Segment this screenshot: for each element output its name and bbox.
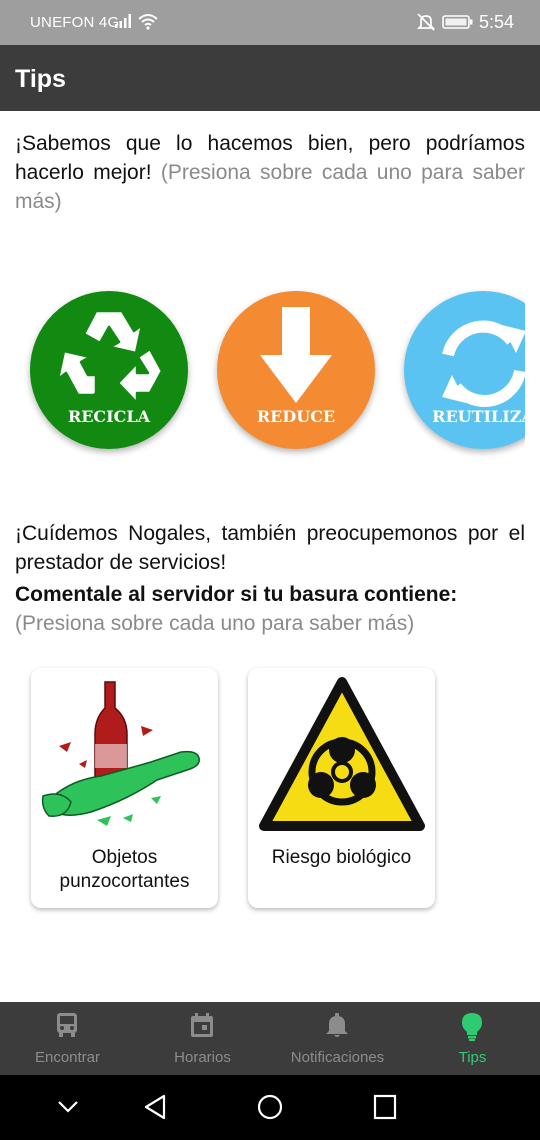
bottom-navigation: Encontrar Horarios Notificaciones Tips bbox=[0, 1002, 540, 1075]
bus-icon bbox=[57, 1013, 77, 1037]
recicla-label: RECICLA bbox=[67, 407, 151, 426]
lightbulb-icon bbox=[462, 1013, 482, 1041]
care-hint: (Presiona sobre cada uno para saber más) bbox=[15, 612, 415, 635]
broken-glass-icon bbox=[41, 681, 200, 826]
tips-content: ¡Sabemos que lo hacemos bien, pero podrí… bbox=[0, 111, 540, 1002]
reutiliza-button[interactable]: REUTILIZA bbox=[404, 291, 525, 449]
wifi-icon bbox=[138, 14, 158, 30]
bell-icon bbox=[326, 1013, 348, 1037]
signal-icon bbox=[115, 14, 131, 28]
recicla-button[interactable]: RECICLA bbox=[30, 291, 188, 449]
home-icon[interactable] bbox=[256, 1091, 284, 1123]
tab-encontrar-label: Encontrar bbox=[34, 1049, 101, 1066]
calendar-icon bbox=[191, 1013, 213, 1037]
carrier-label: UNEFON 4G bbox=[30, 14, 120, 31]
app-bar: Tips bbox=[0, 45, 540, 111]
status-bar: UNEFON 4G 5:54 bbox=[0, 0, 540, 45]
card-objetos-punzocortantes[interactable]: Objetos punzocortantes bbox=[31, 668, 218, 908]
clock-label: 5:54 bbox=[479, 12, 515, 32]
actions-carousel[interactable]: RECICLA REDUCE REUTILIZA bbox=[15, 286, 525, 461]
recents-icon[interactable] bbox=[372, 1091, 398, 1123]
bell-off-icon bbox=[416, 13, 436, 31]
reduce-button[interactable]: REDUCE bbox=[217, 291, 375, 449]
intro-text: ¡Sabemos que lo hacemos bien, pero podrí… bbox=[15, 129, 525, 216]
biohazard-icon bbox=[259, 677, 425, 831]
battery-icon bbox=[442, 15, 473, 29]
chevron-down-icon[interactable] bbox=[56, 1091, 80, 1123]
tab-notificaciones-label: Notificaciones bbox=[290, 1049, 385, 1066]
page-title: Tips bbox=[15, 65, 66, 93]
card-riesgo-label: Riesgo biológico bbox=[271, 847, 412, 868]
tab-tips-label: Tips bbox=[458, 1049, 487, 1066]
card-objetos-label: Objetos punzocortantes bbox=[59, 847, 190, 892]
reutiliza-label: REUTILIZA bbox=[432, 407, 525, 426]
card-riesgo-biologico[interactable]: Riesgo biológico bbox=[248, 668, 435, 908]
reduce-label: REDUCE bbox=[256, 407, 336, 426]
tab-horarios-label: Horarios bbox=[174, 1049, 231, 1066]
care-text: ¡Cuídemos Nogales, también preocupemonos… bbox=[15, 522, 525, 574]
tab-horarios[interactable]: Horarios bbox=[135, 1002, 270, 1075]
system-navigation-bar bbox=[0, 1075, 540, 1140]
tab-tips[interactable]: Tips bbox=[405, 1002, 540, 1075]
care-instruction: Comentale al servidor si tu basura conti… bbox=[15, 583, 458, 606]
tab-encontrar[interactable]: Encontrar bbox=[0, 1002, 135, 1075]
back-icon[interactable] bbox=[142, 1091, 168, 1123]
tab-notificaciones[interactable]: Notificaciones bbox=[270, 1002, 405, 1075]
